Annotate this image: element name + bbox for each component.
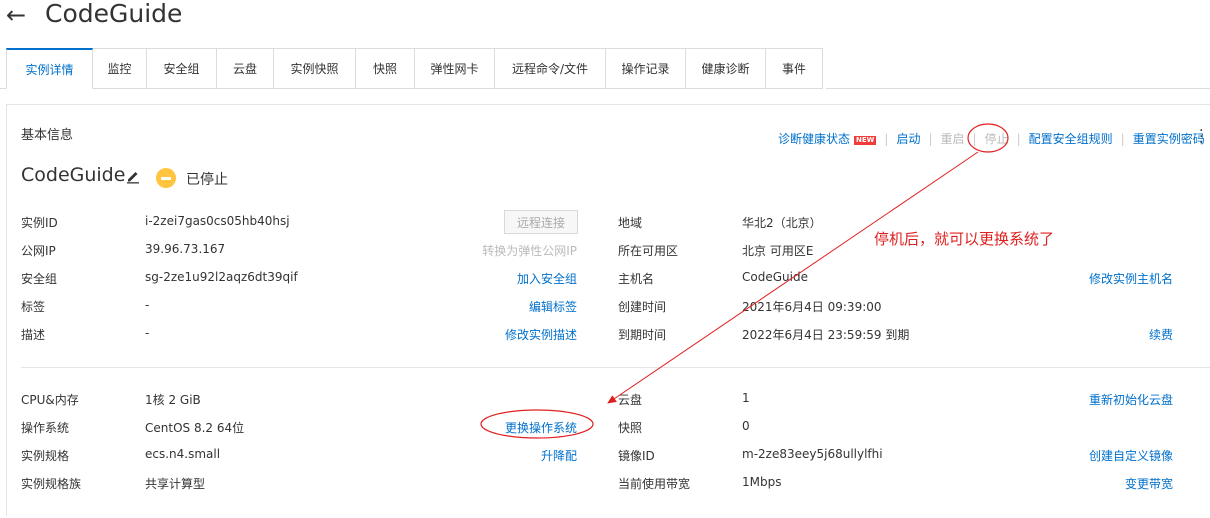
status-text: 已停止 [186,172,228,188]
tags-value: - [145,298,150,312]
instance-family-value: 共享计算型 [145,477,206,491]
renew-link[interactable]: 续费 [1149,326,1173,343]
upgrade-downgrade-link[interactable]: 升降配 [541,447,577,464]
new-badge: NEW [854,136,877,145]
restart-button[interactable]: 重启 [941,130,965,147]
tab-snapshot[interactable]: 快照 [356,48,415,89]
info-label: 公网IP [21,244,56,258]
expire-time-value: 2022年6月4日 23:59:59 到期 [742,328,910,342]
info-label: 实例ID [21,216,58,230]
page-title: CodeGuide [45,0,183,28]
stop-button[interactable]: 停止 [985,130,1009,147]
info-label: 安全组 [21,272,58,286]
start-button[interactable]: 启动 [896,130,920,147]
info-label: 操作系统 [21,421,70,435]
region-value: 华北2（北京） [742,216,822,230]
change-os-link[interactable]: 更换操作系统 [505,419,577,436]
separator: | [884,131,889,146]
tab-cloud-disk[interactable]: 云盘 [217,48,274,89]
convert-eip-link[interactable]: 转换为弹性公网IP [482,242,577,259]
info-label: 当前使用带宽 [618,477,691,491]
separator: | [928,131,933,146]
instance-name: CodeGuide [21,164,126,186]
reset-password-button[interactable]: 重置实例密码 [1133,130,1205,147]
info-label: 所在可用区 [618,244,679,258]
bandwidth-value: 1Mbps [742,475,782,489]
stopped-status-icon [156,168,176,188]
edit-tags-link[interactable]: 编辑标签 [529,298,577,315]
info-label: 创建时间 [618,300,667,314]
back-arrow-icon[interactable]: ← [6,3,26,27]
security-group-value: sg-2ze1u92l2aqz6dt39qif [145,270,298,284]
info-label: 到期时间 [618,328,667,342]
created-time-value: 2021年6月4日 09:39:00 [742,300,882,314]
join-security-group-link[interactable]: 加入安全组 [517,270,577,287]
info-label: 描述 [21,328,46,342]
tab-operation-log[interactable]: 操作记录 [606,48,686,89]
image-id-value: m-2ze83eey5j68ullylfhi [742,447,883,461]
info-label: 实例规格 [21,449,70,463]
tab-instance-details[interactable]: 实例详情 [6,48,93,89]
tab-security-group[interactable]: 安全组 [147,48,217,89]
modify-hostname-link[interactable]: 修改实例主机名 [1089,270,1173,287]
tab-instance-snapshot[interactable]: 实例快照 [274,48,356,89]
section-title: 基本信息 [21,128,74,143]
info-label: 云盘 [618,393,643,407]
tab-remote-command[interactable]: 远程命令/文件 [495,48,606,89]
config-security-group-button[interactable]: 配置安全组规则 [1029,130,1113,147]
info-label: 主机名 [618,272,655,286]
info-label: CPU&内存 [21,393,79,407]
info-label: 标签 [21,300,46,314]
cpu-memory-value: 1核 2 GiB [145,393,201,407]
tab-health-diagnosis[interactable]: 健康诊断 [686,48,766,89]
reinit-disk-link[interactable]: 重新初始化云盘 [1089,391,1173,408]
tab-underline [0,88,6,89]
snapshot-count-value: 0 [742,419,750,433]
tab-eni[interactable]: 弹性网卡 [415,48,495,89]
tab-underline [826,88,1210,89]
edit-description-link[interactable]: 修改实例描述 [505,326,577,343]
hostname-value: CodeGuide [742,270,808,284]
public-ip-value: 39.96.73.167 [145,242,226,256]
more-actions-icon[interactable]: · · · [1199,124,1205,150]
disk-count-value: 1 [742,391,750,405]
description-value: - [145,326,150,340]
separator: | [1016,131,1021,146]
tab-bar: 实例详情 监控 安全组 云盘 实例快照 快照 弹性网卡 远程命令/文件 操作记录… [6,48,823,89]
separator: | [972,131,977,146]
action-bar: 诊断健康状态 NEW | 启动 | 重启 | 停止 | 配置安全组规则 | 重置实… [778,130,1205,147]
create-image-link[interactable]: 创建自定义镜像 [1089,447,1173,464]
info-label: 实例规格族 [21,477,82,491]
info-label: 快照 [618,421,643,435]
change-bandwidth-link[interactable]: 变更带宽 [1125,475,1173,492]
info-label: 镜像ID [618,449,655,463]
tab-events[interactable]: 事件 [766,48,823,89]
info-label: 地域 [618,216,643,230]
diagnose-health-label[interactable]: 诊断健康状态 [778,132,850,146]
os-value: CentOS 8.2 64位 [145,421,245,435]
section-divider [21,367,1210,368]
diagnose-health-button[interactable]: 诊断健康状态 NEW [778,130,877,147]
remote-connect-button[interactable]: 远程连接 [504,210,578,234]
instance-id-value: i-2zei7gas0cs05hb40hsj [145,214,290,228]
page-header: ← CodeGuide [0,0,1210,34]
edit-icon[interactable] [125,168,141,184]
instance-type-value: ecs.n4.small [145,447,221,461]
annotation-text: 停机后，就可以更换系统了 [874,230,1055,248]
separator: | [1120,131,1125,146]
zone-value: 北京 可用区E [742,244,814,258]
tab-monitor[interactable]: 监控 [93,48,147,89]
